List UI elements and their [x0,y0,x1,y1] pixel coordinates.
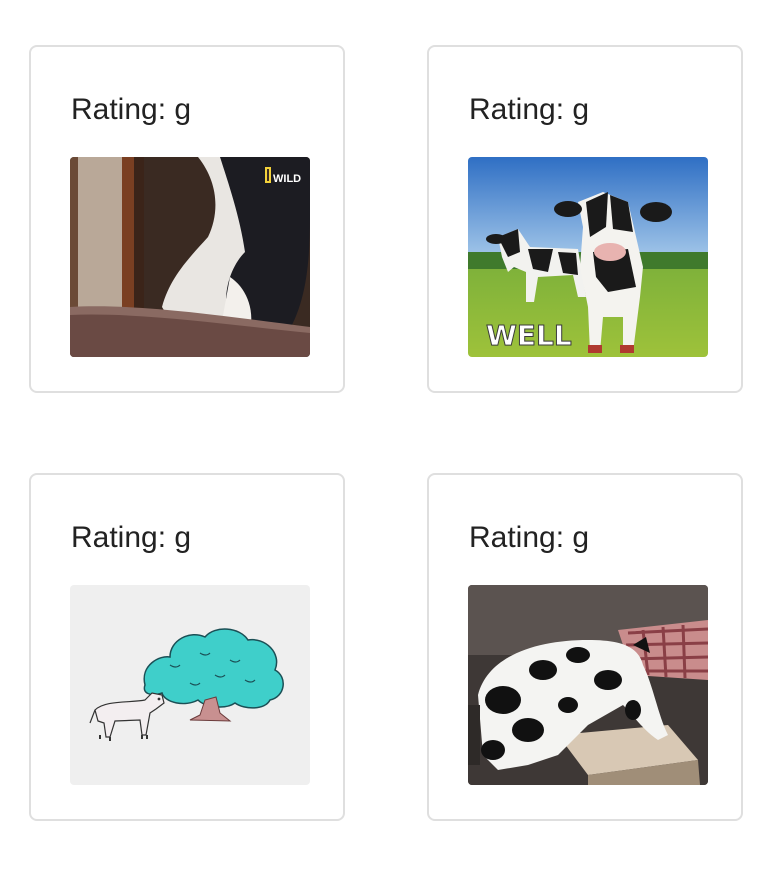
caption-text: WELL [486,319,572,352]
rating-label: Rating: g [469,93,590,126]
rating-label: Rating: g [469,521,590,554]
cartoon-cow-tree-image [70,585,310,785]
painted-cows-image: WELL [468,157,708,357]
rating-label: Rating: g [71,521,192,554]
result-card[interactable]: Rating: g [29,473,345,821]
result-card[interactable]: Rating: g [427,45,743,393]
rating-label: Rating: g [71,93,192,126]
gif-thumbnail[interactable]: WELL [468,157,708,357]
gif-thumbnail[interactable] [70,585,310,785]
gif-thumbnail[interactable] [468,585,708,785]
cow-peeking-image: WILD [70,157,310,357]
gif-thumbnail[interactable]: WILD [70,157,310,357]
result-card[interactable]: Rating: g [427,473,743,821]
watermark-text: WILD [273,173,301,185]
gif-results-grid: Rating: g WILD Rating: g WELL Rating: g … [0,0,772,878]
result-card[interactable]: Rating: g WILD [29,45,345,393]
cow-costume-dog-image [468,585,708,785]
